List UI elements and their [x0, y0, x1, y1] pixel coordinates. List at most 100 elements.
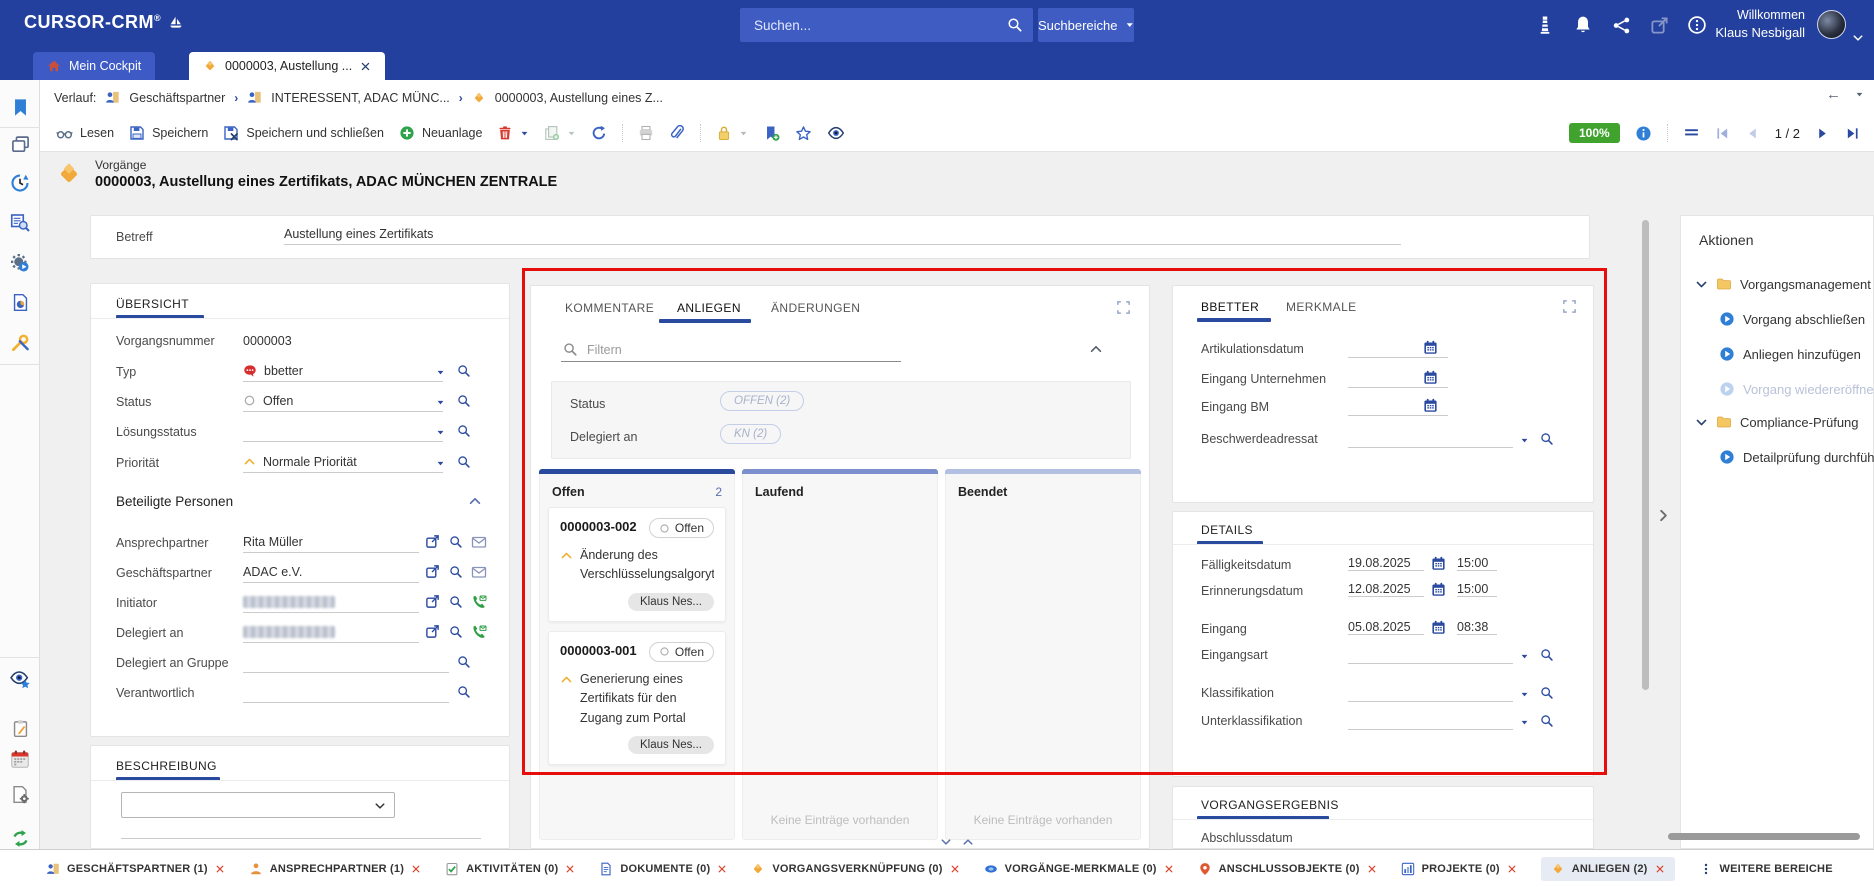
bottom-tab-vorgangsverknuepfung[interactable]: VORGANGSVERKNÜPFUNG (0): [751, 862, 959, 876]
close-icon[interactable]: [1507, 864, 1517, 874]
panel-expander-chevron-icon[interactable]: [1656, 508, 1671, 523]
geschaeftspartner-field[interactable]: ADAC e.V.: [243, 561, 419, 583]
chevron-down-icon[interactable]: [1855, 90, 1864, 99]
collapse-up-chevron-icon[interactable]: [962, 836, 974, 848]
chevron-down-icon[interactable]: [436, 368, 445, 377]
search-icon[interactable]: [457, 364, 471, 378]
faelligkeitszeit-value[interactable]: 15:00: [1457, 556, 1497, 571]
tab-merkmale[interactable]: MERKMALE: [1286, 300, 1357, 314]
close-icon[interactable]: [565, 864, 575, 874]
favorite-button[interactable]: [795, 125, 812, 142]
process-gear-icon[interactable]: [9, 252, 31, 274]
close-icon[interactable]: [1164, 864, 1174, 874]
bottom-tab-vorgaenge-merkmale[interactable]: VORGÄNGE-MERKMALE (0): [984, 862, 1174, 876]
calendar-icon[interactable]: [1423, 398, 1438, 413]
filter-input[interactable]: Filtern: [587, 343, 622, 357]
open-record-icon[interactable]: [425, 534, 440, 549]
last-page-icon[interactable]: [1845, 126, 1860, 141]
close-icon[interactable]: [411, 864, 421, 874]
delete-button[interactable]: [497, 125, 529, 141]
user-menu-chevron-icon[interactable]: [1852, 32, 1864, 44]
document-settings-icon[interactable]: [9, 783, 31, 805]
eingangsart-field[interactable]: [1348, 646, 1513, 664]
betreff-input[interactable]: Austellung eines Zertifikats: [284, 227, 1401, 245]
action-vorgang-abschliessen[interactable]: Vorgang abschließen: [1719, 311, 1865, 327]
refresh-button[interactable]: [591, 125, 607, 141]
phone-mail-icon[interactable]: [471, 624, 487, 640]
typ-field[interactable]: bbetter: [243, 360, 443, 382]
user-avatar[interactable]: [1817, 10, 1846, 39]
tab-vorgang-document[interactable]: 0000003, Austellung ...: [189, 52, 385, 80]
bottom-tab-projekte[interactable]: PROJEKTE (0): [1401, 862, 1517, 876]
verantwortlich-field[interactable]: [243, 681, 449, 703]
action-detailpruefung-durchfuehren[interactable]: Detailprüfung durchführen: [1719, 449, 1874, 465]
collapse-filter-chevron-icon[interactable]: [1089, 342, 1103, 356]
breadcrumb-item[interactable]: Geschäftspartner: [129, 91, 225, 105]
expand-icon[interactable]: [1116, 300, 1131, 315]
chevron-down-icon[interactable]: [1520, 652, 1529, 661]
close-icon[interactable]: [1367, 864, 1377, 874]
tab-details[interactable]: DETAILS: [1201, 523, 1253, 537]
info-icon[interactable]: [1635, 125, 1652, 142]
chevron-down-icon[interactable]: [436, 459, 445, 468]
klassifikation-field[interactable]: [1348, 684, 1513, 702]
bottom-tab-geschaeftspartner[interactable]: GESCHÄFTSPARTNER (1): [46, 862, 225, 876]
search-list-icon[interactable]: [9, 211, 31, 233]
vertical-scrollbar[interactable]: [1642, 220, 1649, 690]
lesen-button[interactable]: Lesen: [56, 125, 114, 142]
search-icon[interactable]: [457, 685, 471, 699]
bottom-tab-aktivitaeten[interactable]: AKTIVITÄTEN (0): [445, 862, 575, 876]
calendar-icon[interactable]: [1423, 340, 1438, 355]
bookmark-icon[interactable]: [9, 96, 31, 118]
search-icon[interactable]: [449, 535, 463, 549]
delegiert-filter-chip[interactable]: KN (2): [720, 424, 781, 444]
folder-compliance-pruefung[interactable]: Compliance-Prüfung: [1695, 414, 1859, 430]
ansprechpartner-field[interactable]: Rita Müller: [243, 531, 419, 553]
collapse-down-chevron-icon[interactable]: [940, 836, 952, 848]
beschwerdeadressat-field[interactable]: [1348, 430, 1513, 448]
search-icon[interactable]: [1007, 17, 1023, 33]
search-input[interactable]: [740, 18, 1007, 33]
status-field[interactable]: Offen: [243, 390, 443, 412]
calendar-red-icon[interactable]: [9, 748, 31, 770]
search-icon[interactable]: [457, 655, 471, 669]
search-areas-dropdown[interactable]: Suchbereiche: [1038, 8, 1134, 42]
chevron-down-icon[interactable]: [1520, 718, 1529, 727]
beschreibung-select[interactable]: [121, 792, 395, 818]
sync-icon[interactable]: [9, 827, 31, 849]
watch-button[interactable]: [827, 124, 845, 142]
lighthouse-icon[interactable]: [1533, 13, 1557, 37]
search-icon[interactable]: [1540, 714, 1554, 728]
next-page-icon[interactable]: [1815, 126, 1830, 141]
close-icon[interactable]: [950, 864, 960, 874]
loesungsstat-field[interactable]: [243, 420, 443, 442]
search-icon[interactable]: [1540, 686, 1554, 700]
tab-bbetter[interactable]: BBETTER: [1201, 300, 1259, 314]
zoom-badge[interactable]: 100%: [1569, 123, 1620, 143]
initiator-field[interactable]: [243, 591, 419, 613]
share-icon[interactable]: [1609, 13, 1633, 37]
delegiert-an-field[interactable]: [243, 621, 419, 643]
tab-beschreibung[interactable]: BESCHREIBUNG: [116, 759, 217, 773]
search-icon[interactable]: [1540, 648, 1554, 662]
open-record-icon[interactable]: [425, 594, 440, 609]
anliegen-card[interactable]: Offen 0000003-001 Generierung eines Zert…: [548, 631, 726, 765]
search-icon[interactable]: [449, 625, 463, 639]
windows-stack-icon[interactable]: [9, 133, 31, 155]
print-button[interactable]: [638, 125, 654, 141]
speichern-und-schliessen-button[interactable]: Speichern und schließen: [223, 125, 384, 141]
erinnerungsdatum-value[interactable]: 12.08.2025: [1348, 582, 1424, 597]
bottom-tab-weitere-bereiche[interactable]: WEITERE BEREICHE: [1699, 862, 1833, 876]
tab-uebersicht[interactable]: ÜBERSICHT: [116, 297, 189, 311]
back-arrow-icon[interactable]: ←: [1826, 86, 1841, 103]
chevron-down-icon[interactable]: [436, 428, 445, 437]
previous-page-icon[interactable]: [1745, 126, 1760, 141]
breadcrumb-item[interactable]: INTERESSENT, ADAC MÜNC...: [271, 91, 450, 105]
close-icon[interactable]: [717, 864, 727, 874]
calendar-icon[interactable]: [1431, 582, 1446, 597]
eingang-value[interactable]: 05.08.2025: [1348, 620, 1424, 635]
chevron-down-icon[interactable]: [436, 398, 445, 407]
email-icon[interactable]: [471, 534, 487, 550]
anliegen-card[interactable]: Offen 0000003-002 Änderung des Verschlüs…: [548, 507, 726, 622]
search-icon[interactable]: [449, 565, 463, 579]
